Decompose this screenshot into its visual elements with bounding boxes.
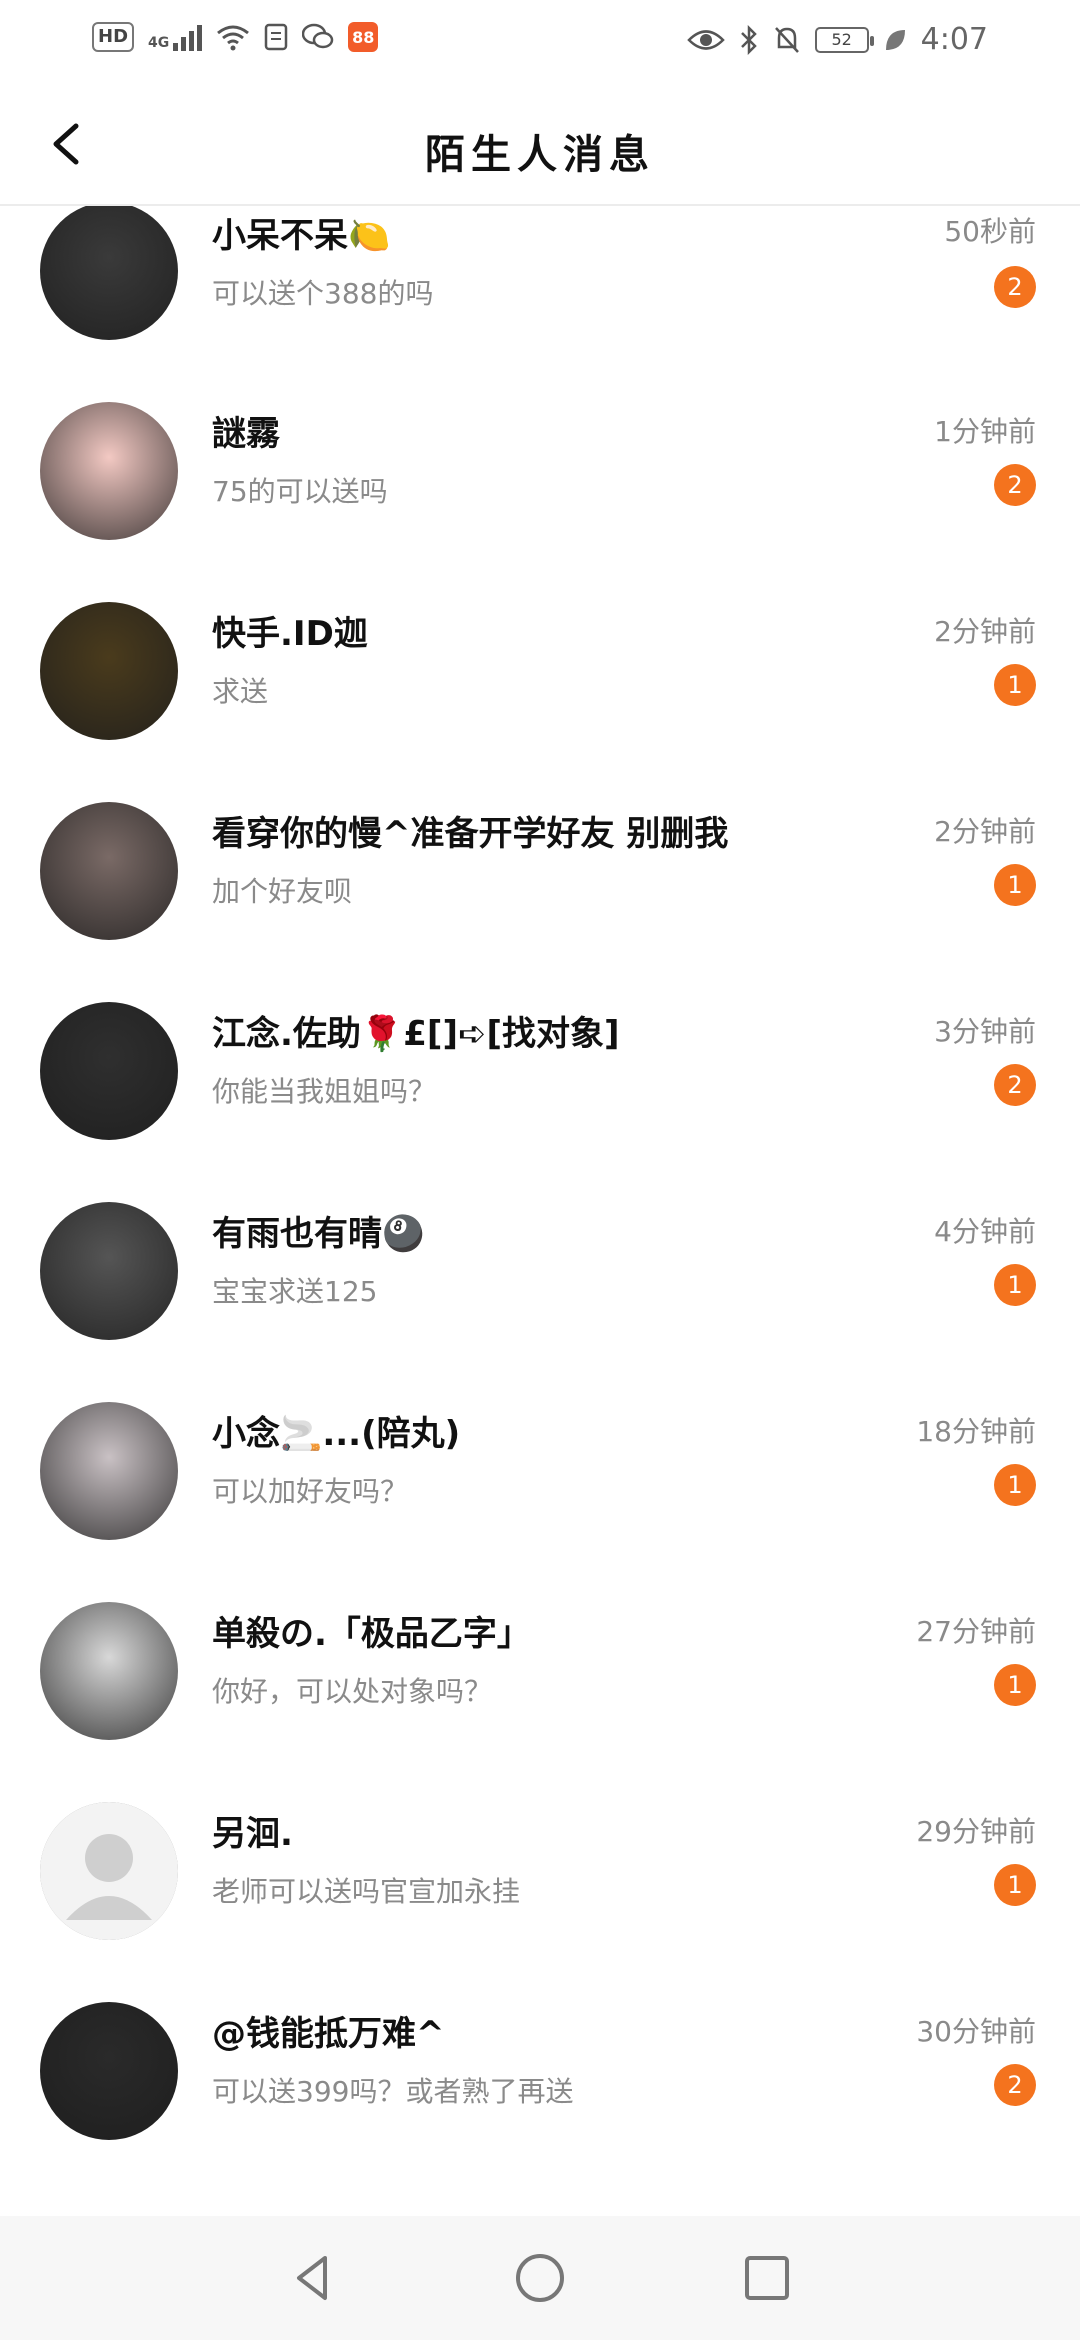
message-time: 3分钟前 [934,1015,1036,1048]
conversation-row[interactable]: 小念🚬...(陪丸) 可以加好友吗？ 18分钟前 1 [0,1382,1080,1582]
bluetooth-icon [740,24,757,55]
leaf-icon [885,29,905,50]
sender-name: @钱能抵万难^ [212,2014,445,2054]
sender-name: 快手.ID迦 [212,614,368,654]
sender-name: 謎霧 [212,414,280,454]
unread-badge: 2 [994,464,1036,506]
signal-4g-icon: 4G [148,23,203,51]
eye-icon [686,29,725,50]
unread-badge: 1 [994,1464,1036,1506]
app-icon: 88 [348,22,379,52]
conversation-row[interactable]: 有雨也有晴🎱 宝宝求送125 4分钟前 1 [0,1182,1080,1382]
avatar[interactable] [40,2002,178,2140]
conversation-row[interactable]: 另洄. 老师可以送吗官宣加永挂 29分钟前 1 [0,1782,1080,1982]
sender-name: 另洄. [212,1814,293,1854]
avatar[interactable] [40,1602,178,1740]
avatar[interactable] [40,206,178,340]
avatar[interactable] [40,1202,178,1340]
square-recents-icon [744,2256,789,2300]
avatar[interactable] [40,802,178,940]
status-left-icons: HD 4G 88 [92,22,379,52]
sender-name: 看穿你的慢^准备开学好友 别删我 [212,814,729,854]
doc-icon [265,23,288,51]
conversation-list[interactable]: 小呆不呆🍋 可以送个388的吗 50秒前 2 謎霧 75的可以送吗 1分钟前 2… [0,206,1080,2216]
page-title: 陌生人消息 [425,132,655,178]
circle-home-icon [515,2254,564,2302]
message-preview: 老师可以送吗官宣加永挂 [212,1875,521,1908]
message-preview: 可以送399吗？或者熟了再送 [212,2075,574,2108]
sender-name: 小呆不呆🍋 [212,216,391,256]
message-time: 2分钟前 [934,815,1036,848]
network-label: 4G [148,35,170,51]
nav-home-button[interactable] [500,2238,580,2318]
unread-badge: 1 [994,664,1036,706]
unread-badge: 1 [994,1264,1036,1306]
status-time: 4:07 [920,22,988,57]
wechat-icon [302,23,334,49]
message-time: 29分钟前 [916,1815,1036,1848]
message-time: 50秒前 [944,215,1036,248]
unread-badge: 1 [994,864,1036,906]
sender-name: 江念.佐助🌹£[]➪[找对象] [212,1014,620,1054]
conversation-row[interactable]: 小呆不呆🍋 可以送个388的吗 50秒前 2 [0,206,1080,382]
unread-badge: 2 [994,2064,1036,2106]
bell-off-icon [774,26,799,53]
message-preview: 宝宝求送125 [212,1275,378,1308]
wifi-icon [217,25,250,51]
avatar[interactable] [40,1002,178,1140]
nav-recents-button[interactable] [727,2238,807,2318]
unread-badge: 2 [994,266,1036,308]
top-app-bar: 陌生人消息 [0,84,1080,206]
avatar[interactable] [40,1402,178,1540]
conversation-row[interactable]: @钱能抵万难^ 可以送399吗？或者熟了再送 30分钟前 2 [0,1982,1080,2182]
status-bar: HD 4G 88 52 4:07 [0,0,1080,84]
triangle-back-icon [297,2256,328,2300]
unread-badge: 1 [994,1664,1036,1706]
message-time: 4分钟前 [934,1215,1036,1248]
avatar[interactable] [40,402,178,540]
unread-badge: 2 [994,1064,1036,1106]
message-time: 30分钟前 [916,2015,1036,2048]
message-preview: 加个好友呗 [212,875,353,908]
unread-badge: 1 [994,1864,1036,1906]
system-nav-bar [0,2216,1080,2340]
conversation-row[interactable]: 江念.佐助🌹£[]➪[找对象] 你能当我姐姐吗？ 3分钟前 2 [0,982,1080,1182]
message-preview: 你能当我姐姐吗？ [212,1075,437,1108]
message-preview: 可以加好友吗？ [212,1475,409,1508]
conversation-row[interactable]: 单殺の.「极品乙字」 你好，可以处对象吗？ 27分钟前 1 [0,1582,1080,1782]
message-time: 1分钟前 [934,415,1036,448]
message-preview: 可以送个388的吗 [212,277,434,310]
message-time: 27分钟前 [916,1615,1036,1648]
sender-name: 小念🚬...(陪丸) [212,1414,461,1454]
message-time: 18分钟前 [916,1415,1036,1448]
avatar[interactable] [40,1802,178,1940]
conversation-row[interactable]: 謎霧 75的可以送吗 1分钟前 2 [0,382,1080,582]
message-preview: 75的可以送吗 [212,475,388,508]
message-time: 2分钟前 [934,615,1036,648]
conversation-row[interactable]: 看穿你的慢^准备开学好友 别删我 加个好友呗 2分钟前 1 [0,782,1080,982]
default-avatar-icon [40,1802,178,1940]
battery-level: 52 [831,30,852,49]
sender-name: 单殺の.「极品乙字」 [212,1614,531,1654]
sender-name: 有雨也有晴🎱 [212,1214,425,1254]
nav-back-button[interactable] [273,2238,353,2318]
hd-icon: HD [92,22,135,52]
battery-icon: 52 [814,26,874,53]
avatar[interactable] [40,602,178,740]
status-right-icons: 52 4:07 [686,22,988,57]
message-preview: 你好，可以处对象吗？ [212,1675,493,1708]
message-preview: 求送 [212,675,269,708]
conversation-row[interactable]: 快手.ID迦 求送 2分钟前 1 [0,582,1080,782]
